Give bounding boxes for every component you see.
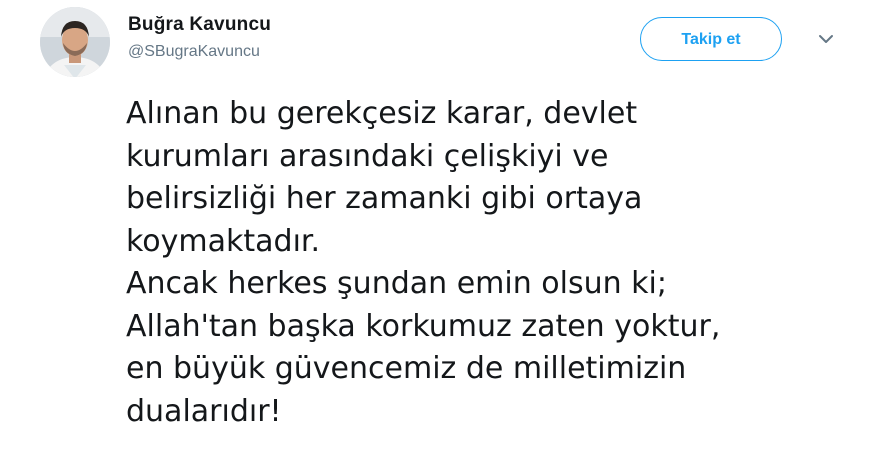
tweet-text-line: koymaktadır. — [126, 223, 321, 259]
tweet-text-line: Ancak herkes şundan emin olsun ki; — [126, 266, 667, 301]
tweet-text-line: dualarıdır! — [126, 393, 282, 429]
tweet-menu-button[interactable] — [812, 28, 840, 50]
user-handle[interactable]: @SBugraKavuncu — [128, 41, 271, 63]
avatar-photo-icon — [40, 7, 110, 77]
tweet-text-line: Allah'tan başka korkumuz zaten yoktur, — [126, 308, 721, 344]
tweet-text: Alınan bu gerekçesiz karar, devlet kurum… — [126, 93, 856, 433]
avatar[interactable] — [40, 7, 110, 77]
tweet-text-line: belirsizliği her zamanki gibi ortaya — [126, 181, 643, 216]
display-name[interactable]: Buğra Kavuncu — [128, 13, 271, 37]
tweet-text-line: en büyük güvencemiz de milletimizin — [126, 351, 687, 386]
chevron-down-icon — [819, 35, 833, 43]
tweet-text-line: kurumları arasındaki çelişkiyi ve — [126, 138, 609, 174]
follow-button[interactable]: Takip et — [640, 17, 782, 61]
tweet-card: Buğra Kavuncu @SBugraKavuncu Takip et Al… — [0, 0, 880, 461]
tweet-text-line: Alınan bu gerekçesiz karar, devlet — [126, 96, 638, 131]
author-info: Buğra Kavuncu @SBugraKavuncu — [128, 13, 271, 63]
